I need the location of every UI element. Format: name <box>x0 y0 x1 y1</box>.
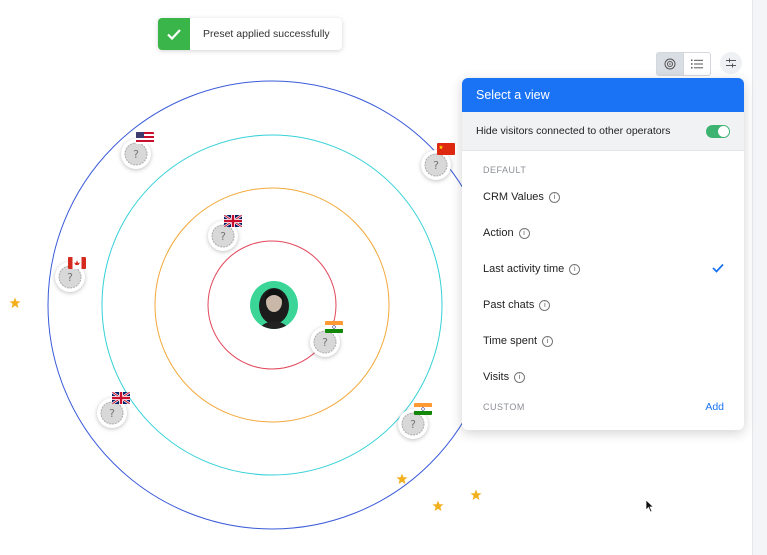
option-label: Action <box>483 227 514 239</box>
panel-title: Select a view <box>462 78 744 112</box>
option-label: Time spent <box>483 335 538 347</box>
svg-text:?: ? <box>67 271 73 284</box>
orbit-view-button[interactable] <box>656 52 684 76</box>
svg-text:?: ? <box>433 159 439 172</box>
view-switcher <box>656 52 711 76</box>
visitor-orbit-canvas: Preset applied successfully ? ? ? ? ? ? … <box>0 0 753 555</box>
hide-visitors-label: Hide visitors connected to other operato… <box>476 125 671 137</box>
svg-text:?: ? <box>322 336 328 349</box>
star-icon <box>9 297 21 308</box>
hide-visitors-row: Hide visitors connected to other operato… <box>462 112 744 151</box>
option-label: Last activity time <box>483 263 565 275</box>
default-section-label: DEFAULT <box>483 165 527 175</box>
svg-text:?: ? <box>410 418 416 431</box>
info-icon[interactable]: i <box>548 191 560 203</box>
option-label: Visits <box>483 371 510 383</box>
add-custom-view-link[interactable]: Add <box>705 401 724 413</box>
view-option-time-spent[interactable]: Time spent i <box>462 323 744 359</box>
selected-check-icon <box>712 263 724 273</box>
visitor-avatar-icon: ? <box>401 412 425 436</box>
info-icon[interactable]: i <box>518 227 530 239</box>
info-icon[interactable]: i <box>542 335 554 347</box>
view-option-past-chats[interactable]: Past chats i <box>462 287 744 323</box>
view-option-last-activity-time[interactable]: Last activity time i <box>462 251 744 287</box>
custom-section: CUSTOM Add <box>462 395 744 413</box>
visitor-avatar-icon: ? <box>211 224 235 248</box>
operator-avatar[interactable] <box>250 281 298 329</box>
svg-text:?: ? <box>109 407 115 420</box>
filter-icon <box>726 58 736 68</box>
star-icon <box>432 500 444 511</box>
visitor-avatar-icon: ? <box>424 153 448 177</box>
mouse-cursor-icon <box>645 499 655 513</box>
flag-in-icon <box>414 403 432 415</box>
view-option-visits[interactable]: Visits i <box>462 359 744 395</box>
custom-section-label: CUSTOM <box>483 402 525 412</box>
flag-in-icon <box>325 321 343 333</box>
visitor-avatar-icon: ? <box>100 401 124 425</box>
flag-ca-icon <box>68 257 86 269</box>
flag-gb-icon <box>224 215 242 227</box>
view-option-action[interactable]: Action i <box>462 215 744 251</box>
info-icon[interactable]: i <box>569 263 581 275</box>
option-label: Past chats <box>483 299 535 311</box>
flag-gb-icon <box>112 392 130 404</box>
info-icon[interactable]: i <box>514 371 526 383</box>
svg-text:?: ? <box>220 230 226 243</box>
info-icon[interactable]: i <box>539 299 551 311</box>
visitor-avatar-icon: ? <box>313 330 337 354</box>
list-icon <box>691 59 703 69</box>
flag-cn-icon <box>437 143 455 155</box>
star-icon <box>470 489 482 500</box>
view-option-crm-values[interactable]: CRM Values i <box>462 179 744 215</box>
hide-visitors-toggle[interactable] <box>706 124 730 138</box>
select-view-panel: Select a view Hide visitors connected to… <box>462 78 744 430</box>
svg-text:?: ? <box>133 148 139 161</box>
list-view-button[interactable] <box>684 52 711 76</box>
visitor-avatar-icon: ? <box>124 142 148 166</box>
orbit-icon <box>664 58 676 70</box>
flag-us-icon <box>136 132 154 144</box>
star-icon <box>396 473 408 484</box>
option-label: CRM Values <box>483 191 544 203</box>
filter-button[interactable] <box>720 52 742 74</box>
